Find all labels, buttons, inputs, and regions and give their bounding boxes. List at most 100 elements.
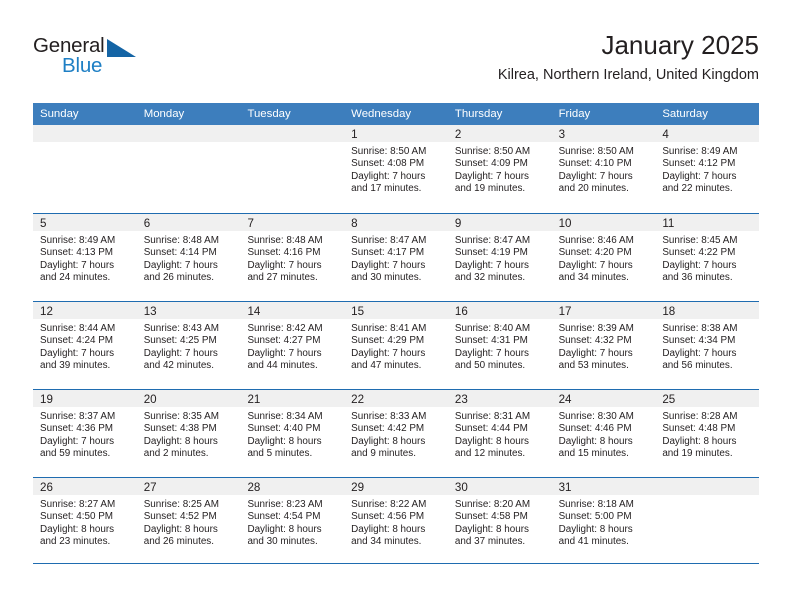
calendar-week-row: 1 Sunrise: 8:50 AM Sunset: 4:08 PM Daylight… — [33, 125, 760, 213]
day-details: Sunrise: 8:40 AM Sunset: 4:31 PM Daylight:… — [448, 319, 552, 373]
calendar-day-cell[interactable]: 15 Sunrise: 8:41 AM Sunset: 4:29 PM Dayligh… — [344, 302, 448, 389]
sunrise-text: Sunrise: 8:49 AM — [40, 235, 116, 246]
sunset-text: Sunset: 4:50 PM — [40, 511, 114, 523]
day-number: 18 — [662, 305, 676, 318]
day-number-strip: 25 — [655, 390, 760, 407]
daylight-text-cont: and 9 minutes. — [351, 448, 416, 460]
calendar-day-cell[interactable]: 22 Sunrise: 8:33 AM Sunset: 4:42 PM Dayligh… — [344, 390, 448, 477]
calendar-day-cell[interactable]: 21 Sunrise: 8:34 AM Sunset: 4:40 PM Dayligh… — [240, 390, 345, 477]
sunrise-text: Sunrise: 8:42 AM — [247, 323, 323, 334]
day-details: Sunrise: 8:27 AM Sunset: 4:50 PM Daylight:… — [33, 495, 137, 549]
sunset-text: Sunset: 4:24 PM — [40, 335, 114, 347]
calendar-day-cell[interactable]: 5 Sunrise: 8:49 AM Sunset: 4:13 PM Daylight… — [33, 214, 137, 301]
calendar-day-cell[interactable]: 24 Sunrise: 8:30 AM Sunset: 4:46 PM Dayligh… — [551, 390, 656, 477]
sunrise-text: Sunrise: 8:35 AM — [143, 411, 219, 422]
daylight-text: Daylight: 7 hours — [454, 170, 529, 182]
sunrise-text: Sunrise: 8:25 AM — [143, 499, 219, 510]
day-number: 22 — [351, 393, 365, 406]
day-details: Sunrise: 8:47 AM Sunset: 4:17 PM Daylight:… — [344, 231, 448, 285]
weekday-header-friday: Friday — [558, 108, 591, 120]
day-details: Sunrise: 8:31 AM Sunset: 4:44 PM Daylight:… — [448, 407, 552, 461]
day-number: 15 — [351, 305, 365, 318]
calendar-cell-empty — [655, 478, 760, 565]
day-details: Sunrise: 8:37 AM Sunset: 4:36 PM Daylight:… — [33, 407, 137, 461]
day-details: Sunrise: 8:45 AM Sunset: 4:22 PM Daylight:… — [655, 231, 759, 285]
calendar-day-cell[interactable]: 23 Sunrise: 8:31 AM Sunset: 4:44 PM Dayligh… — [447, 390, 552, 477]
day-number: 7 — [247, 217, 254, 230]
daylight-text: Daylight: 7 hours — [662, 347, 737, 359]
calendar-day-cell[interactable]: 6 Sunrise: 8:48 AM Sunset: 4:14 PM Daylight… — [136, 214, 241, 301]
daylight-text: Daylight: 7 hours — [662, 170, 737, 182]
daylight-text: Daylight: 8 hours — [351, 523, 426, 535]
calendar-day-cell[interactable]: 26 Sunrise: 8:27 AM Sunset: 4:50 PM Dayligh… — [33, 478, 137, 565]
calendar-day-cell[interactable]: 4 Sunrise: 8:49 AM Sunset: 4:12 PM Daylight… — [655, 125, 760, 213]
calendar-day-cell[interactable]: 18 Sunrise: 8:38 AM Sunset: 4:34 PM Dayligh… — [655, 302, 760, 389]
calendar-weeks: 1 Sunrise: 8:50 AM Sunset: 4:08 PM Daylight… — [33, 125, 760, 565]
day-number-strip: 26 — [33, 478, 137, 495]
sunset-text: Sunset: 4:36 PM — [40, 423, 114, 435]
sunset-text: Sunset: 4:10 PM — [558, 158, 632, 170]
sunset-text: Sunset: 4:17 PM — [351, 247, 425, 259]
calendar-day-cell[interactable]: 16 Sunrise: 8:40 AM Sunset: 4:31 PM Dayligh… — [447, 302, 552, 389]
day-number-strip: 2 — [447, 125, 552, 142]
calendar-day-cell[interactable]: 7 Sunrise: 8:48 AM Sunset: 4:16 PM Daylight… — [240, 214, 345, 301]
sunrise-text: Sunrise: 8:18 AM — [558, 499, 634, 510]
sunrise-text: Sunrise: 8:22 AM — [351, 499, 427, 510]
day-details — [137, 142, 241, 146]
day-number: 17 — [558, 305, 572, 318]
day-number: 9 — [454, 217, 462, 230]
calendar-day-cell[interactable]: 25 Sunrise: 8:28 AM Sunset: 4:48 PM Dayligh… — [655, 390, 760, 477]
day-details: Sunrise: 8:50 AM Sunset: 4:08 PM Daylight:… — [344, 142, 448, 196]
daylight-text-cont: and 22 minutes. — [662, 183, 733, 195]
day-details: Sunrise: 8:47 AM Sunset: 4:19 PM Daylight:… — [448, 231, 552, 285]
daylight-text-cont: and 34 minutes. — [558, 272, 629, 284]
sunrise-text: Sunrise: 8:46 AM — [558, 235, 634, 246]
calendar-day-cell[interactable]: 13 Sunrise: 8:43 AM Sunset: 4:25 PM Dayligh… — [136, 302, 241, 389]
calendar-day-cell[interactable]: 30 Sunrise: 8:20 AM Sunset: 4:58 PM Dayligh… — [447, 478, 552, 565]
calendar-day-cell[interactable]: 14 Sunrise: 8:42 AM Sunset: 4:27 PM Dayligh… — [240, 302, 345, 389]
calendar-day-cell[interactable]: 8 Sunrise: 8:47 AM Sunset: 4:17 PM Daylight… — [344, 214, 448, 301]
weekday-header-thursday: Thursday — [454, 108, 503, 120]
calendar-day-cell[interactable]: 3 Sunrise: 8:50 AM Sunset: 4:10 PM Daylight… — [551, 125, 656, 213]
daylight-text-cont: and 19 minutes. — [454, 183, 526, 195]
daylight-text: Daylight: 7 hours — [351, 347, 426, 359]
calendar-day-cell[interactable]: 2 Sunrise: 8:50 AM Sunset: 4:09 PM Daylight… — [447, 125, 552, 213]
day-number: 8 — [351, 217, 358, 230]
day-number: 26 — [40, 481, 53, 494]
calendar-day-cell[interactable]: 1 Sunrise: 8:50 AM Sunset: 4:08 PM Daylight… — [344, 125, 448, 213]
calendar-day-cell[interactable]: 20 Sunrise: 8:35 AM Sunset: 4:38 PM Dayligh… — [136, 390, 241, 477]
day-number-strip: 9 — [447, 214, 552, 231]
sunset-text: Sunset: 4:19 PM — [454, 247, 528, 259]
day-details: Sunrise: 8:22 AM Sunset: 4:56 PM Daylight:… — [344, 495, 448, 549]
day-number: 30 — [454, 481, 468, 494]
daylight-text-cont: and 37 minutes. — [454, 536, 526, 548]
calendar-day-cell[interactable]: 11 Sunrise: 8:45 AM Sunset: 4:22 PM Dayligh… — [655, 214, 760, 301]
day-details: Sunrise: 8:25 AM Sunset: 4:52 PM Daylight:… — [137, 495, 241, 549]
calendar-day-cell[interactable]: 31 Sunrise: 8:18 AM Sunset: 5:00 PM Dayligh… — [551, 478, 656, 565]
weekday-header-wednesday: Wednesday — [351, 108, 412, 120]
daylight-text-cont: and 32 minutes. — [454, 272, 526, 284]
calendar-day-cell[interactable]: 27 Sunrise: 8:25 AM Sunset: 4:52 PM Dayligh… — [136, 478, 241, 565]
calendar-day-cell[interactable]: 17 Sunrise: 8:39 AM Sunset: 4:32 PM Dayligh… — [551, 302, 656, 389]
sunrise-text: Sunrise: 8:33 AM — [351, 411, 427, 422]
daylight-text-cont: and 50 minutes. — [454, 360, 526, 372]
calendar-day-cell[interactable]: 10 Sunrise: 8:46 AM Sunset: 4:20 PM Dayligh… — [551, 214, 656, 301]
calendar-day-cell[interactable]: 9 Sunrise: 8:47 AM Sunset: 4:19 PM Daylight… — [447, 214, 552, 301]
sunset-text: Sunset: 4:48 PM — [662, 423, 736, 435]
sunset-text: Sunset: 4:58 PM — [454, 511, 528, 523]
daylight-text: Daylight: 7 hours — [351, 170, 426, 182]
day-details: Sunrise: 8:41 AM Sunset: 4:29 PM Daylight:… — [344, 319, 448, 373]
day-number-strip: 30 — [447, 478, 552, 495]
calendar-day-cell[interactable]: 29 Sunrise: 8:22 AM Sunset: 4:56 PM Dayligh… — [344, 478, 448, 565]
day-details: Sunrise: 8:38 AM Sunset: 4:34 PM Daylight:… — [655, 319, 759, 373]
sunrise-text: Sunrise: 8:50 AM — [558, 146, 634, 157]
sunrise-text: Sunrise: 8:38 AM — [662, 323, 738, 334]
day-details: Sunrise: 8:49 AM Sunset: 4:13 PM Daylight:… — [33, 231, 137, 285]
sunset-text: Sunset: 4:08 PM — [351, 158, 425, 170]
daylight-text-cont: and 53 minutes. — [558, 360, 629, 372]
daylight-text: Daylight: 7 hours — [143, 347, 218, 359]
brand-logo[interactable]: General Blue — [33, 34, 163, 88]
calendar-day-cell[interactable]: 28 Sunrise: 8:23 AM Sunset: 4:54 PM Dayligh… — [240, 478, 345, 565]
calendar-day-cell[interactable]: 19 Sunrise: 8:37 AM Sunset: 4:36 PM Dayligh… — [33, 390, 137, 477]
calendar-day-cell[interactable]: 12 Sunrise: 8:44 AM Sunset: 4:24 PM Dayligh… — [33, 302, 137, 389]
